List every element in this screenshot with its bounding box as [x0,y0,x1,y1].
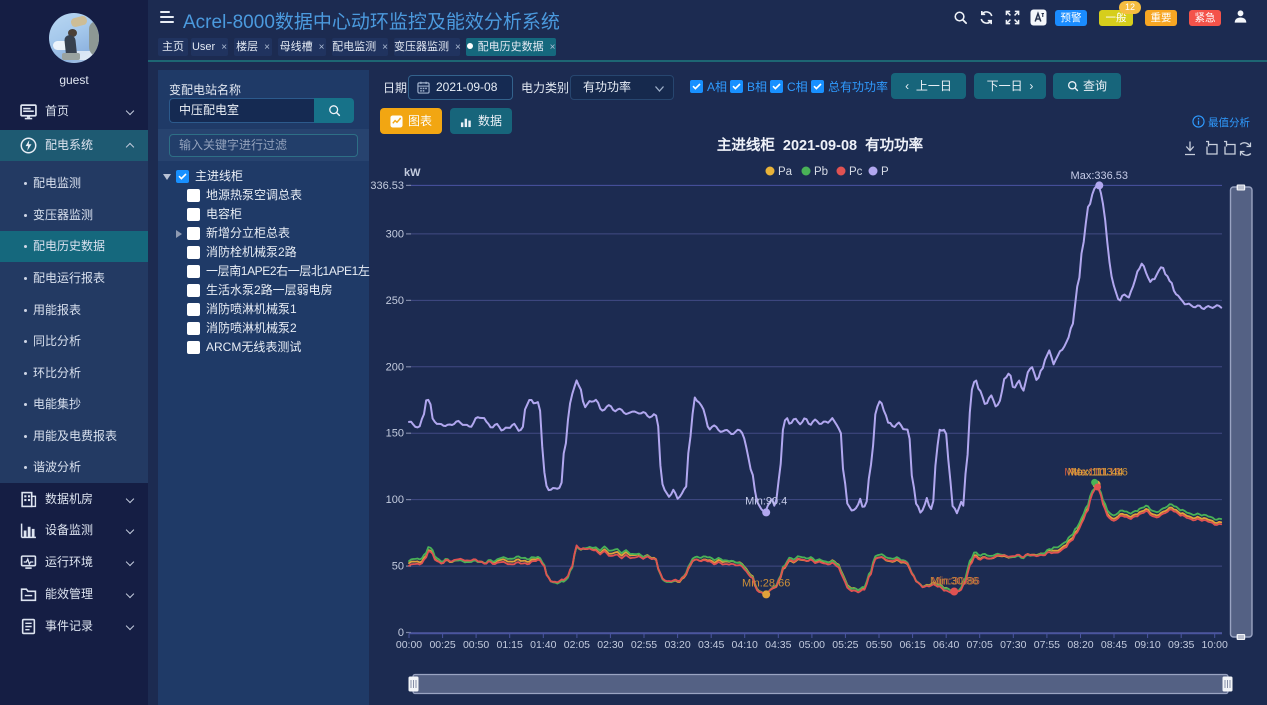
svg-text:0: 0 [398,627,404,639]
svg-text:250: 250 [386,295,404,307]
svg-text:02:05: 02:05 [564,639,590,651]
svg-text:P: P [881,166,889,178]
svg-text:200: 200 [386,361,404,373]
svg-text:09:10: 09:10 [1134,639,1160,651]
svg-text:Min:90.4: Min:90.4 [745,495,787,507]
svg-text:04:35: 04:35 [765,639,791,651]
svg-text:100: 100 [386,494,404,506]
svg-text:01:40: 01:40 [530,639,556,651]
svg-text:336.53: 336.53 [370,180,404,192]
svg-text:06:15: 06:15 [899,639,925,651]
svg-text:Max:336.53: Max:336.53 [1071,170,1128,182]
svg-text:Min:28.66: Min:28.66 [742,577,790,589]
svg-text:300: 300 [386,228,404,240]
svg-text:08:45: 08:45 [1101,639,1127,651]
svg-text:Pa: Pa [778,166,793,178]
svg-text:00:50: 00:50 [463,639,489,651]
svg-text:05:25: 05:25 [832,639,858,651]
svg-text:00:00: 00:00 [396,639,422,651]
svg-text:Max:111.44: Max:111.44 [1068,466,1124,478]
svg-text:02:30: 02:30 [597,639,623,651]
svg-text:09:35: 09:35 [1168,639,1194,651]
svg-text:05:50: 05:50 [866,639,892,651]
svg-text:主进线柜 2021-09-08 有功功率: 主进线柜 2021-09-08 有功功率 [717,136,924,154]
svg-text:08:20: 08:20 [1067,639,1093,651]
svg-text:01:15: 01:15 [497,639,523,651]
svg-text:07:05: 07:05 [967,639,993,651]
svg-text:04:10: 04:10 [732,639,758,651]
svg-text:10:00: 10:00 [1202,639,1228,651]
svg-text:02:55: 02:55 [631,639,657,651]
svg-text:Pb: Pb [814,166,828,178]
svg-text:03:45: 03:45 [698,639,724,651]
svg-text:kW: kW [404,167,421,179]
svg-text:Pc: Pc [849,166,863,178]
svg-text:07:30: 07:30 [1000,639,1026,651]
svg-text:06:40: 06:40 [933,639,959,651]
svg-text:50: 50 [392,561,404,573]
svg-text:05:00: 05:00 [799,639,825,651]
svg-text:07:55: 07:55 [1034,639,1060,651]
svg-text:03:20: 03:20 [664,639,690,651]
svg-text:150: 150 [386,428,404,440]
svg-text:00:25: 00:25 [429,639,455,651]
svg-text:Min:30.86: Min:30.86 [930,576,978,588]
